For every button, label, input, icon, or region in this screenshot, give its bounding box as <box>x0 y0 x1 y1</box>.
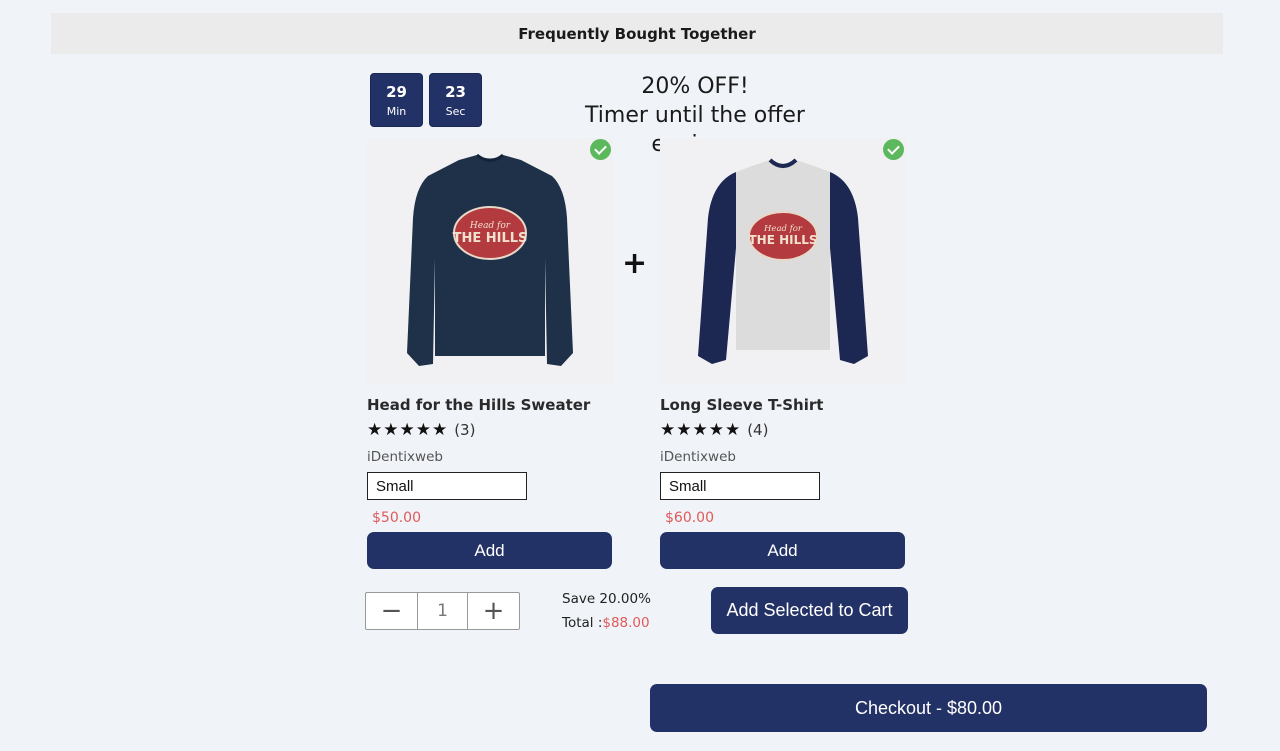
quantity-stepper: − 1 + <box>365 592 520 630</box>
product-price: $50.00 <box>372 510 421 526</box>
variant-select[interactable]: Small <box>660 472 820 500</box>
product-rating: ★★★★★ (3) <box>367 420 613 440</box>
timer-minutes-label: Min <box>386 105 407 118</box>
timer-minutes-value: 29 <box>386 83 407 101</box>
star-rating-icon: ★★★★★ <box>367 420 449 440</box>
selected-check-icon[interactable] <box>883 139 904 160</box>
timer-seconds: 23 Sec <box>429 73 482 127</box>
product-image[interactable]: Head for THE HILLS <box>367 138 613 384</box>
star-rating-icon: ★★★★★ <box>660 420 742 440</box>
product-rating: ★★★★★ (4) <box>660 420 906 440</box>
page: Frequently Bought Together 29 Min 23 Sec… <box>0 0 1280 751</box>
quantity-input[interactable]: 1 <box>417 593 468 629</box>
product-name[interactable]: Head for the Hills Sweater <box>367 396 613 414</box>
section-title: Frequently Bought Together <box>518 24 756 43</box>
product-image[interactable]: Head for THE HILLS <box>660 138 906 384</box>
add-selected-to-cart-button[interactable]: Add Selected to Cart <box>711 587 908 634</box>
timer-seconds-label: Sec <box>445 105 466 118</box>
savings-text: Save 20.00% <box>562 591 651 607</box>
product-vendor: iDentixweb <box>660 449 736 465</box>
svg-text:THE HILLS: THE HILLS <box>748 233 817 247</box>
total-line: Total :$88.00 <box>562 611 651 635</box>
checkout-button[interactable]: Checkout - $80.00 <box>650 684 1207 732</box>
product-vendor: iDentixweb <box>367 449 443 465</box>
total-value: $88.00 <box>602 615 650 631</box>
svg-text:THE HILLS: THE HILLS <box>453 231 528 246</box>
bundle-summary: Save 20.00% Total :$88.00 <box>562 587 651 635</box>
review-count: (4) <box>747 421 769 439</box>
product-name[interactable]: Long Sleeve T-Shirt <box>660 396 906 414</box>
selected-check-icon[interactable] <box>590 139 611 160</box>
section-header: Frequently Bought Together <box>51 13 1223 54</box>
minus-icon[interactable]: − <box>366 593 417 629</box>
timer-seconds-value: 23 <box>445 83 466 101</box>
tshirt-image: Head for THE HILLS <box>698 158 868 364</box>
svg-text:Head for: Head for <box>469 221 511 231</box>
plus-separator: + <box>622 246 648 281</box>
add-button[interactable]: Add <box>660 532 905 569</box>
product-price: $60.00 <box>665 510 714 526</box>
total-label: Total : <box>562 615 603 631</box>
variant-select[interactable]: Small <box>367 472 527 500</box>
sweater-image: Head for THE HILLS <box>407 153 573 366</box>
plus-icon[interactable]: + <box>468 593 519 629</box>
product-card: Head for THE HILLS Long Sleeve T-Shirt ★… <box>660 138 906 569</box>
timer-minutes: 29 Min <box>370 73 423 127</box>
offer-headline: 20% OFF! <box>641 74 749 99</box>
product-card: Head for THE HILLS Head for the Hills Sw… <box>367 138 613 569</box>
review-count: (3) <box>454 421 476 439</box>
add-button[interactable]: Add <box>367 532 612 569</box>
